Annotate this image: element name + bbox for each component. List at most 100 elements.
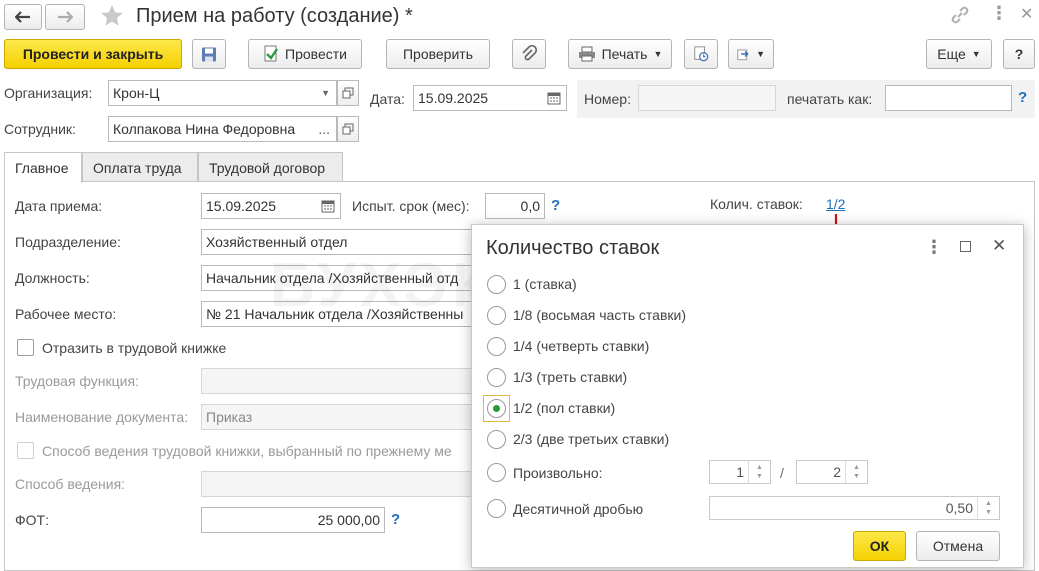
- hire-date-field[interactable]: 15.09.2025: [201, 193, 341, 219]
- denominator-stepper[interactable]: 2 ▲ ▼: [796, 460, 868, 484]
- header-help-icon[interactable]: ?: [1018, 89, 1027, 106]
- tab-main[interactable]: Главное: [4, 152, 82, 183]
- stepper-arrows-icon[interactable]: ▲ ▼: [845, 461, 867, 483]
- more-vertical-icon[interactable]: ⋮: [925, 237, 943, 258]
- option-custom-label: Произвольно:: [513, 465, 603, 481]
- radio-option-2-3[interactable]: [487, 430, 506, 449]
- method-field[interactable]: [201, 471, 476, 497]
- save-button[interactable]: [192, 39, 226, 69]
- cancel-button[interactable]: Отмена: [916, 531, 1000, 561]
- rates-dialog: Количество ставок ⋮ ✕ 1 (ставка) 1/8 (во…: [471, 224, 1024, 568]
- open-organization-button[interactable]: [337, 80, 359, 106]
- forward-button[interactable]: [45, 4, 85, 30]
- back-button[interactable]: [4, 4, 42, 30]
- radio-option-1-4[interactable]: [487, 337, 506, 356]
- maximize-icon[interactable]: [960, 241, 971, 252]
- radio-option-1[interactable]: [487, 275, 506, 294]
- fot-label: ФОТ:: [15, 512, 49, 528]
- trial-period-field[interactable]: 0,0: [485, 193, 545, 219]
- trial-period-value: 0,0: [520, 198, 540, 214]
- option-1-8-label: 1/8 (восьмая часть ставки): [513, 307, 687, 323]
- attachment-button[interactable]: [512, 39, 546, 69]
- radio-option-decimal[interactable]: [487, 499, 506, 518]
- close-icon[interactable]: ✕: [1020, 4, 1033, 24]
- floppy-disk-icon: [202, 47, 216, 61]
- open-employee-button[interactable]: [337, 116, 359, 142]
- employee-label: Сотрудник:: [4, 121, 76, 137]
- close-icon[interactable]: ✕: [992, 236, 1006, 256]
- tab-main-label: Главное: [15, 160, 69, 176]
- decimal-stepper[interactable]: 0,50 ▲ ▼: [709, 496, 1000, 520]
- select-employee-button[interactable]: ...: [318, 121, 330, 137]
- cancel-label: Отмена: [932, 538, 984, 554]
- radio-option-1-3[interactable]: [487, 368, 506, 387]
- calendar-icon[interactable]: [547, 91, 561, 105]
- printer-icon: [578, 46, 595, 62]
- option-2-3-label: 2/3 (две третьих ставки): [513, 431, 670, 447]
- employee-field[interactable]: Колпакова Нина Федоровна ...: [108, 116, 337, 142]
- print-button[interactable]: Печать ▼: [568, 39, 672, 69]
- report-clock-icon: [694, 46, 709, 62]
- chevron-down-icon: ▼: [971, 49, 981, 59]
- post-label: Провести: [285, 46, 347, 62]
- fot-help-icon[interactable]: ?: [391, 511, 400, 528]
- paperclip-icon: [522, 45, 537, 61]
- tab-contract[interactable]: Трудовой договор: [198, 152, 343, 182]
- tab-payment-label: Оплата труда: [93, 159, 182, 176]
- ok-label: ОК: [869, 538, 890, 554]
- radio-option-1-2[interactable]: [487, 399, 506, 418]
- trial-help-icon[interactable]: ?: [551, 197, 560, 214]
- more-button[interactable]: Еще ▼: [926, 39, 992, 69]
- print-as-field[interactable]: [885, 85, 1012, 111]
- labor-function-field[interactable]: [201, 368, 476, 394]
- report-button[interactable]: [684, 39, 718, 69]
- radio-option-custom[interactable]: [487, 463, 506, 482]
- calendar-icon[interactable]: [321, 199, 335, 213]
- number-field[interactable]: [638, 85, 776, 111]
- option-1-2-label: 1/2 (пол ставки): [513, 400, 616, 416]
- create-based-icon: [737, 49, 749, 61]
- tab-payment[interactable]: Оплата труда: [82, 152, 198, 182]
- numerator-stepper[interactable]: 1 ▲ ▼: [709, 460, 771, 484]
- chevron-down-icon[interactable]: ▼: [321, 88, 330, 98]
- stepper-arrows-icon[interactable]: ▲ ▼: [748, 461, 770, 483]
- labor-function-label: Трудовая функция:: [15, 373, 139, 389]
- option-1-4-label: 1/4 (четверть ставки): [513, 338, 650, 354]
- help-button[interactable]: ?: [1003, 39, 1035, 69]
- method-prev-checkbox[interactable]: [17, 442, 34, 459]
- print-label: Печать: [601, 46, 648, 62]
- doc-name-field[interactable]: Приказ: [201, 404, 476, 430]
- option-1-label: 1 (ставка): [513, 276, 577, 292]
- workbook-checkbox[interactable]: [17, 339, 34, 356]
- hire-date-value: 15.09.2025: [206, 198, 277, 214]
- method-label: Способ ведения:: [15, 476, 126, 492]
- rates-link[interactable]: 1/2: [826, 196, 845, 212]
- more-vertical-icon[interactable]: ⋮: [990, 4, 1008, 22]
- tab-contract-label: Трудовой договор: [209, 159, 326, 176]
- date-label: Дата:: [370, 91, 405, 107]
- date-field[interactable]: 15.09.2025: [413, 85, 567, 111]
- organization-label: Организация:: [4, 85, 93, 101]
- numerator-value: 1: [736, 464, 744, 480]
- method-prev-label: Способ ведения трудовой книжки, выбранны…: [42, 443, 452, 459]
- organization-field[interactable]: Крон-Ц ▼: [108, 80, 337, 106]
- open-window-icon: [342, 123, 354, 135]
- doc-name-label: Наименование документа:: [15, 409, 189, 425]
- fot-value: 25 000,00: [317, 512, 380, 528]
- create-based-on-button[interactable]: ▼: [728, 39, 774, 69]
- check-button[interactable]: Проверить: [386, 39, 490, 69]
- trial-period-label: Испыт. срок (мес):: [352, 198, 470, 214]
- fot-field[interactable]: 25 000,00: [201, 507, 385, 533]
- link-icon[interactable]: [950, 5, 970, 25]
- stepper-arrows-icon[interactable]: ▲ ▼: [977, 497, 999, 519]
- post-button[interactable]: Провести: [248, 39, 362, 69]
- radio-option-1-8[interactable]: [487, 306, 506, 325]
- help-label: ?: [1014, 46, 1024, 62]
- department-label: Подразделение:: [15, 234, 121, 250]
- window-title: Прием на работу (создание) *: [136, 5, 413, 27]
- ok-button[interactable]: ОК: [853, 531, 906, 561]
- rates-label: Колич. ставок:: [710, 196, 803, 212]
- star-icon[interactable]: [99, 3, 125, 29]
- post-and-close-button[interactable]: Провести и закрыть: [4, 39, 182, 69]
- department-value: Хозяйственный отдел: [206, 234, 348, 250]
